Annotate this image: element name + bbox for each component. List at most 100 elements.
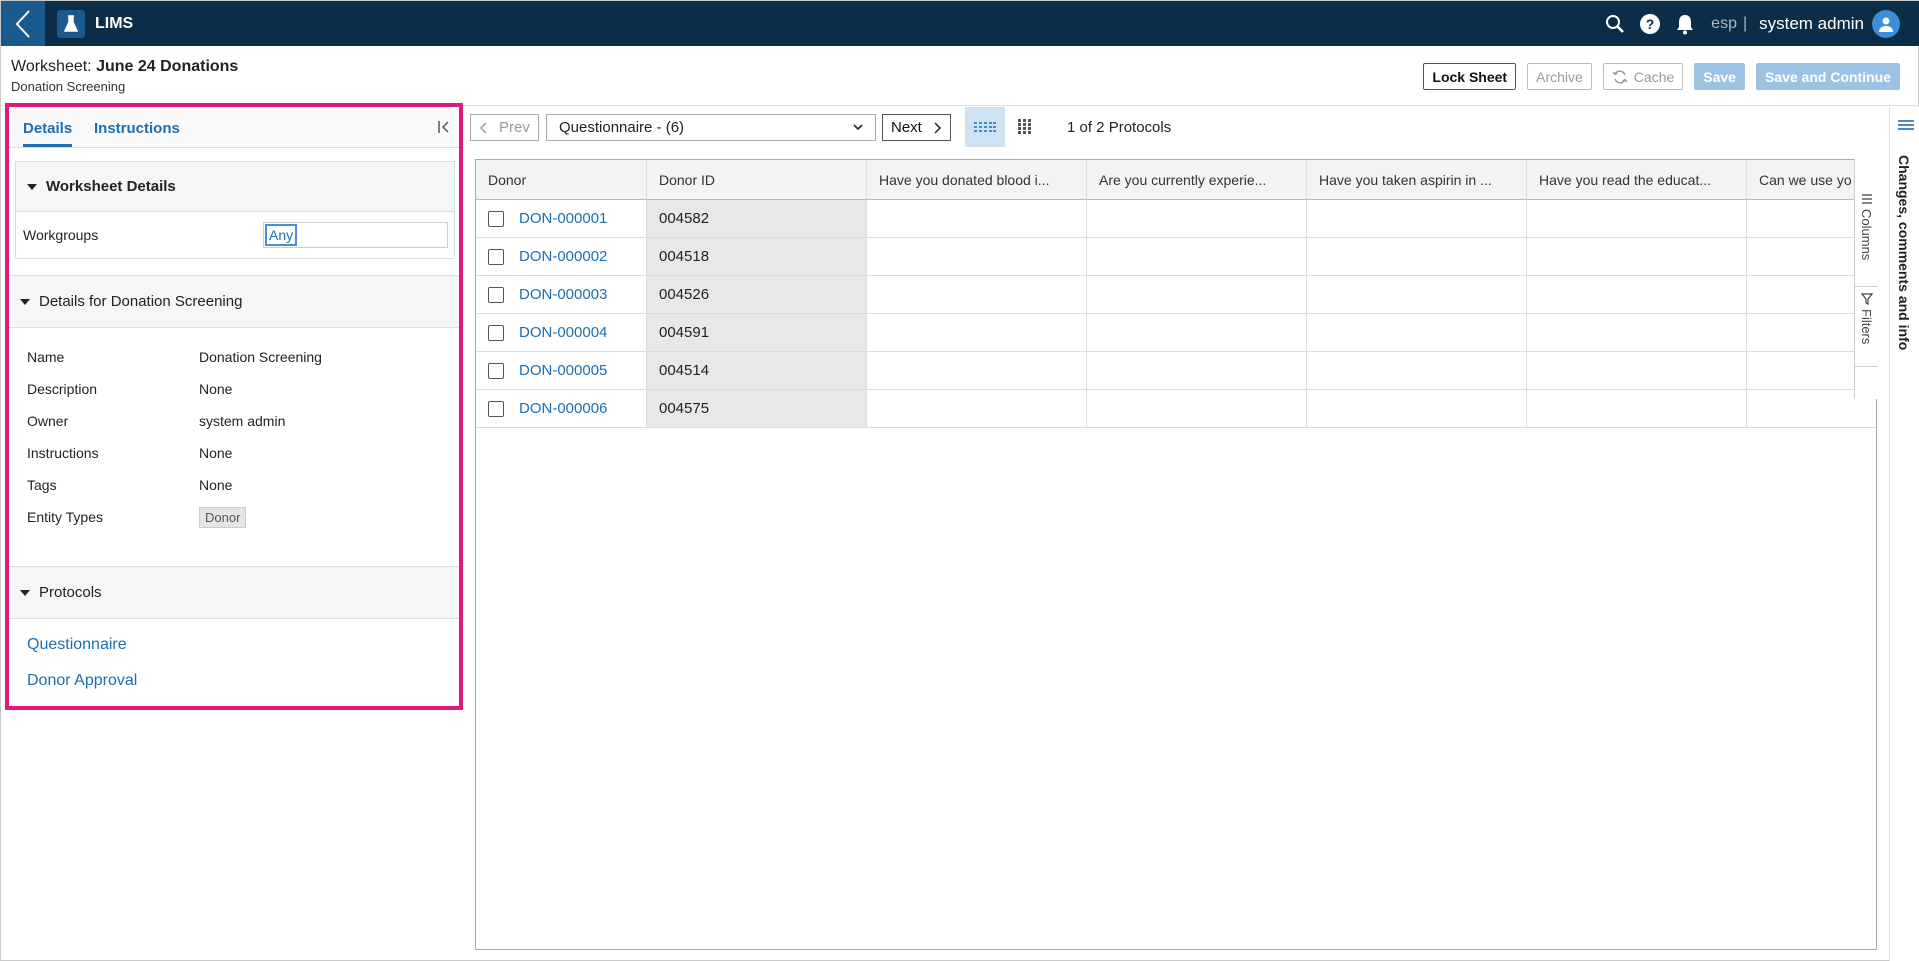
donor-link[interactable]: DON-000005 bbox=[519, 362, 607, 379]
data-grid: Donor Donor ID Have you donated blood i.… bbox=[475, 159, 1877, 950]
detail-row: Name Donation Screening bbox=[9, 340, 459, 372]
list-view-icon bbox=[974, 122, 996, 132]
avatar[interactable] bbox=[1872, 9, 1900, 38]
workgroup-chip[interactable]: Any bbox=[265, 224, 298, 246]
protocol-select[interactable]: Questionnaire - (6) bbox=[546, 114, 876, 141]
user-icon bbox=[1879, 17, 1893, 32]
filters-tab[interactable]: Filters bbox=[1855, 287, 1878, 367]
donor-link[interactable]: DON-000004 bbox=[519, 324, 607, 341]
protocols-header[interactable]: Protocols bbox=[9, 566, 459, 619]
answer-cell[interactable] bbox=[1527, 352, 1747, 390]
protocol-link-questionnaire[interactable]: Questionnaire bbox=[27, 636, 127, 653]
details-for-header[interactable]: Details for Donation Screening bbox=[9, 275, 459, 328]
column-header[interactable]: Have you taken aspirin in ... bbox=[1307, 160, 1527, 200]
help-icon[interactable]: ? bbox=[1639, 13, 1661, 35]
donor-link[interactable]: DON-000001 bbox=[519, 210, 607, 227]
donor-link[interactable]: DON-000002 bbox=[519, 248, 607, 265]
row-checkbox[interactable] bbox=[488, 362, 504, 379]
row-checkbox[interactable] bbox=[488, 210, 504, 227]
changes-comments-label[interactable]: Changes, comments and info bbox=[1896, 155, 1912, 350]
answer-cell[interactable] bbox=[1087, 352, 1307, 390]
answer-cell[interactable] bbox=[1087, 200, 1307, 238]
answer-cell[interactable] bbox=[1527, 314, 1747, 352]
grid-view-button[interactable] bbox=[1005, 107, 1045, 147]
row-checkbox[interactable] bbox=[488, 248, 504, 265]
answer-cell[interactable] bbox=[867, 314, 1087, 352]
answer-cell[interactable] bbox=[1307, 200, 1527, 238]
title-prefix: Worksheet: bbox=[11, 58, 97, 75]
detail-row: Entity Types Donor bbox=[9, 500, 459, 532]
prev-label: Prev bbox=[499, 119, 530, 136]
row-checkbox[interactable] bbox=[488, 324, 504, 341]
answer-cell[interactable] bbox=[1307, 276, 1527, 314]
protocol-select-value: Questionnaire - (6) bbox=[559, 119, 685, 136]
answer-cell[interactable] bbox=[1087, 238, 1307, 276]
column-header[interactable]: Donor ID bbox=[647, 160, 867, 200]
answer-cell[interactable] bbox=[867, 238, 1087, 276]
collapse-panel-icon[interactable] bbox=[437, 120, 451, 139]
save-and-continue-button[interactable]: Save and Continue bbox=[1755, 63, 1900, 90]
columns-tab-label: Columns bbox=[1859, 209, 1874, 261]
bell-icon[interactable] bbox=[1675, 13, 1695, 35]
save-button[interactable]: Save bbox=[1694, 63, 1745, 90]
detail-key: Owner bbox=[27, 413, 69, 429]
table-row: DON-000002 004518 bbox=[476, 238, 1876, 276]
answer-cell[interactable] bbox=[1307, 238, 1527, 276]
answer-cell[interactable] bbox=[867, 352, 1087, 390]
answer-cell[interactable] bbox=[1527, 200, 1747, 238]
table-row: DON-000006 004575 bbox=[476, 390, 1876, 428]
column-header[interactable]: Donor bbox=[476, 160, 647, 200]
answer-cell[interactable] bbox=[1307, 314, 1527, 352]
lock-sheet-button[interactable]: Lock Sheet bbox=[1423, 63, 1517, 90]
column-header[interactable]: Have you donated blood i... bbox=[867, 160, 1087, 200]
caret-down-icon bbox=[27, 183, 37, 190]
columns-icon bbox=[1861, 194, 1872, 204]
detail-row: Owner system admin bbox=[9, 404, 459, 436]
archive-button[interactable]: Archive bbox=[1527, 63, 1592, 90]
protocol-count: 1 of 2 Protocols bbox=[1067, 119, 1172, 136]
app-window: LIMS ? esp | system admin Worksheet: Jun… bbox=[0, 0, 1919, 961]
caret-down-icon bbox=[20, 298, 30, 305]
donor-link[interactable]: DON-000006 bbox=[519, 400, 607, 417]
detail-value: Donation Screening bbox=[199, 349, 322, 365]
detail-key: Name bbox=[27, 349, 65, 365]
answer-cell[interactable] bbox=[1527, 238, 1747, 276]
column-header[interactable]: Have you read the educat... bbox=[1527, 160, 1747, 200]
tab-details[interactable]: Details bbox=[23, 120, 73, 147]
language-selector[interactable]: esp bbox=[1711, 15, 1737, 33]
donor-cell: DON-000002 bbox=[476, 238, 647, 276]
answer-cell[interactable] bbox=[867, 390, 1087, 428]
cache-button[interactable]: Cache bbox=[1602, 63, 1684, 90]
answer-cell[interactable] bbox=[1527, 276, 1747, 314]
row-checkbox[interactable] bbox=[488, 400, 504, 417]
answer-cell[interactable] bbox=[867, 276, 1087, 314]
workgroups-input[interactable]: Any bbox=[263, 222, 448, 248]
answer-cell[interactable] bbox=[1087, 390, 1307, 428]
back-button[interactable] bbox=[1, 1, 45, 46]
row-view-button[interactable] bbox=[965, 107, 1005, 147]
prev-button[interactable]: Prev bbox=[470, 114, 539, 141]
answer-cell[interactable] bbox=[1087, 276, 1307, 314]
worksheet-details-header[interactable]: Worksheet Details bbox=[16, 162, 454, 212]
answer-cell[interactable] bbox=[1087, 314, 1307, 352]
columns-tab[interactable]: Columns bbox=[1855, 187, 1878, 287]
answer-cell[interactable] bbox=[1307, 390, 1527, 428]
answer-cell[interactable] bbox=[1527, 390, 1747, 428]
tab-instructions[interactable]: Instructions bbox=[94, 120, 180, 137]
lines-icon[interactable] bbox=[1898, 119, 1914, 138]
changes-comments-sidebar[interactable]: Changes, comments and info bbox=[1889, 107, 1919, 961]
search-icon[interactable] bbox=[1605, 14, 1625, 34]
grid-toolbar: Prev Questionnaire - (6) Next 1 of 2 Pro… bbox=[464, 107, 1889, 147]
donor-link[interactable]: DON-000003 bbox=[519, 286, 607, 303]
answer-cell[interactable] bbox=[1307, 352, 1527, 390]
row-checkbox[interactable] bbox=[488, 286, 504, 303]
detail-value: None bbox=[199, 381, 233, 397]
user-name[interactable]: system admin bbox=[1759, 14, 1864, 34]
grid-side-tabs: Columns Filters bbox=[1854, 159, 1878, 399]
app-name: LIMS bbox=[95, 14, 134, 32]
answer-cell[interactable] bbox=[867, 200, 1087, 238]
column-header[interactable]: Are you currently experie... bbox=[1087, 160, 1307, 200]
next-button[interactable]: Next bbox=[882, 114, 951, 141]
protocol-link-donor-approval[interactable]: Donor Approval bbox=[27, 672, 137, 689]
donor-id-cell: 004575 bbox=[647, 390, 867, 428]
